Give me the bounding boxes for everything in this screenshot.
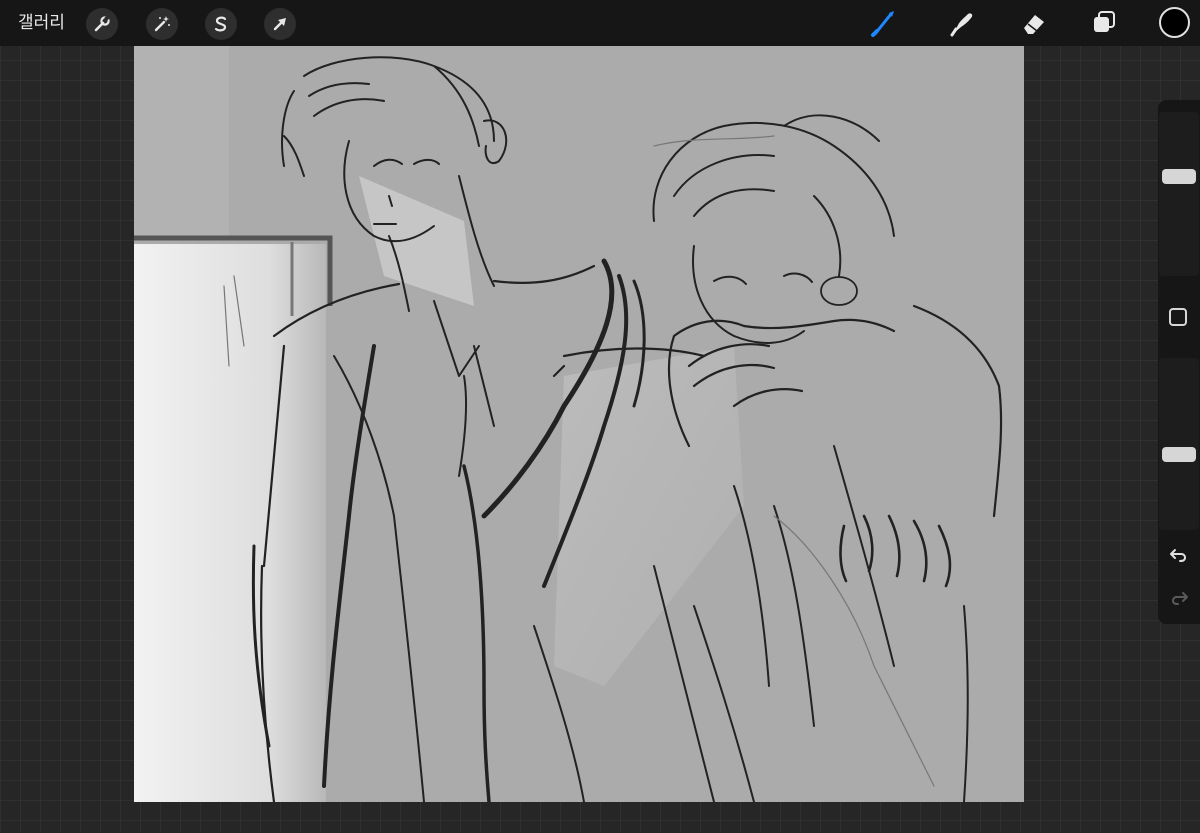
brush-size-slider-thumb[interactable] (1162, 169, 1196, 185)
gallery-button[interactable]: 갤러리 (18, 11, 65, 35)
eraser-button[interactable] (1018, 7, 1050, 39)
wrench-icon (94, 15, 110, 32)
opacity-slider[interactable] (1159, 358, 1199, 530)
magic-wand-icon (154, 16, 170, 32)
drawing-canvas[interactable] (134, 46, 1024, 802)
sketch-artwork (134, 46, 1024, 802)
layers-button[interactable] (1088, 7, 1120, 39)
brush-button[interactable] (868, 7, 900, 39)
selection-button[interactable] (205, 8, 237, 40)
transform-button[interactable] (264, 8, 296, 40)
eraser-icon (1024, 15, 1044, 34)
smudge-icon (950, 13, 973, 37)
color-swatch-button[interactable] (1159, 7, 1190, 38)
opacity-slider-thumb[interactable] (1162, 447, 1196, 463)
layers-icon (1094, 11, 1115, 32)
top-toolbar: 갤러리 (0, 0, 1200, 46)
redo-arrow-icon (1172, 592, 1188, 605)
undo-button[interactable] (1167, 543, 1191, 567)
undo-arrow-icon (1170, 549, 1186, 562)
actions-button[interactable] (86, 8, 118, 40)
redo-button[interactable] (1167, 586, 1191, 610)
brush-size-slider[interactable] (1159, 112, 1199, 276)
smudge-button[interactable] (946, 7, 978, 39)
arrow-cursor-icon (273, 18, 286, 31)
side-toolbar (1158, 100, 1200, 624)
modify-button[interactable] (1169, 308, 1187, 326)
brush-icon (871, 11, 894, 37)
adjustments-button[interactable] (146, 8, 178, 40)
selection-s-icon (214, 16, 227, 32)
